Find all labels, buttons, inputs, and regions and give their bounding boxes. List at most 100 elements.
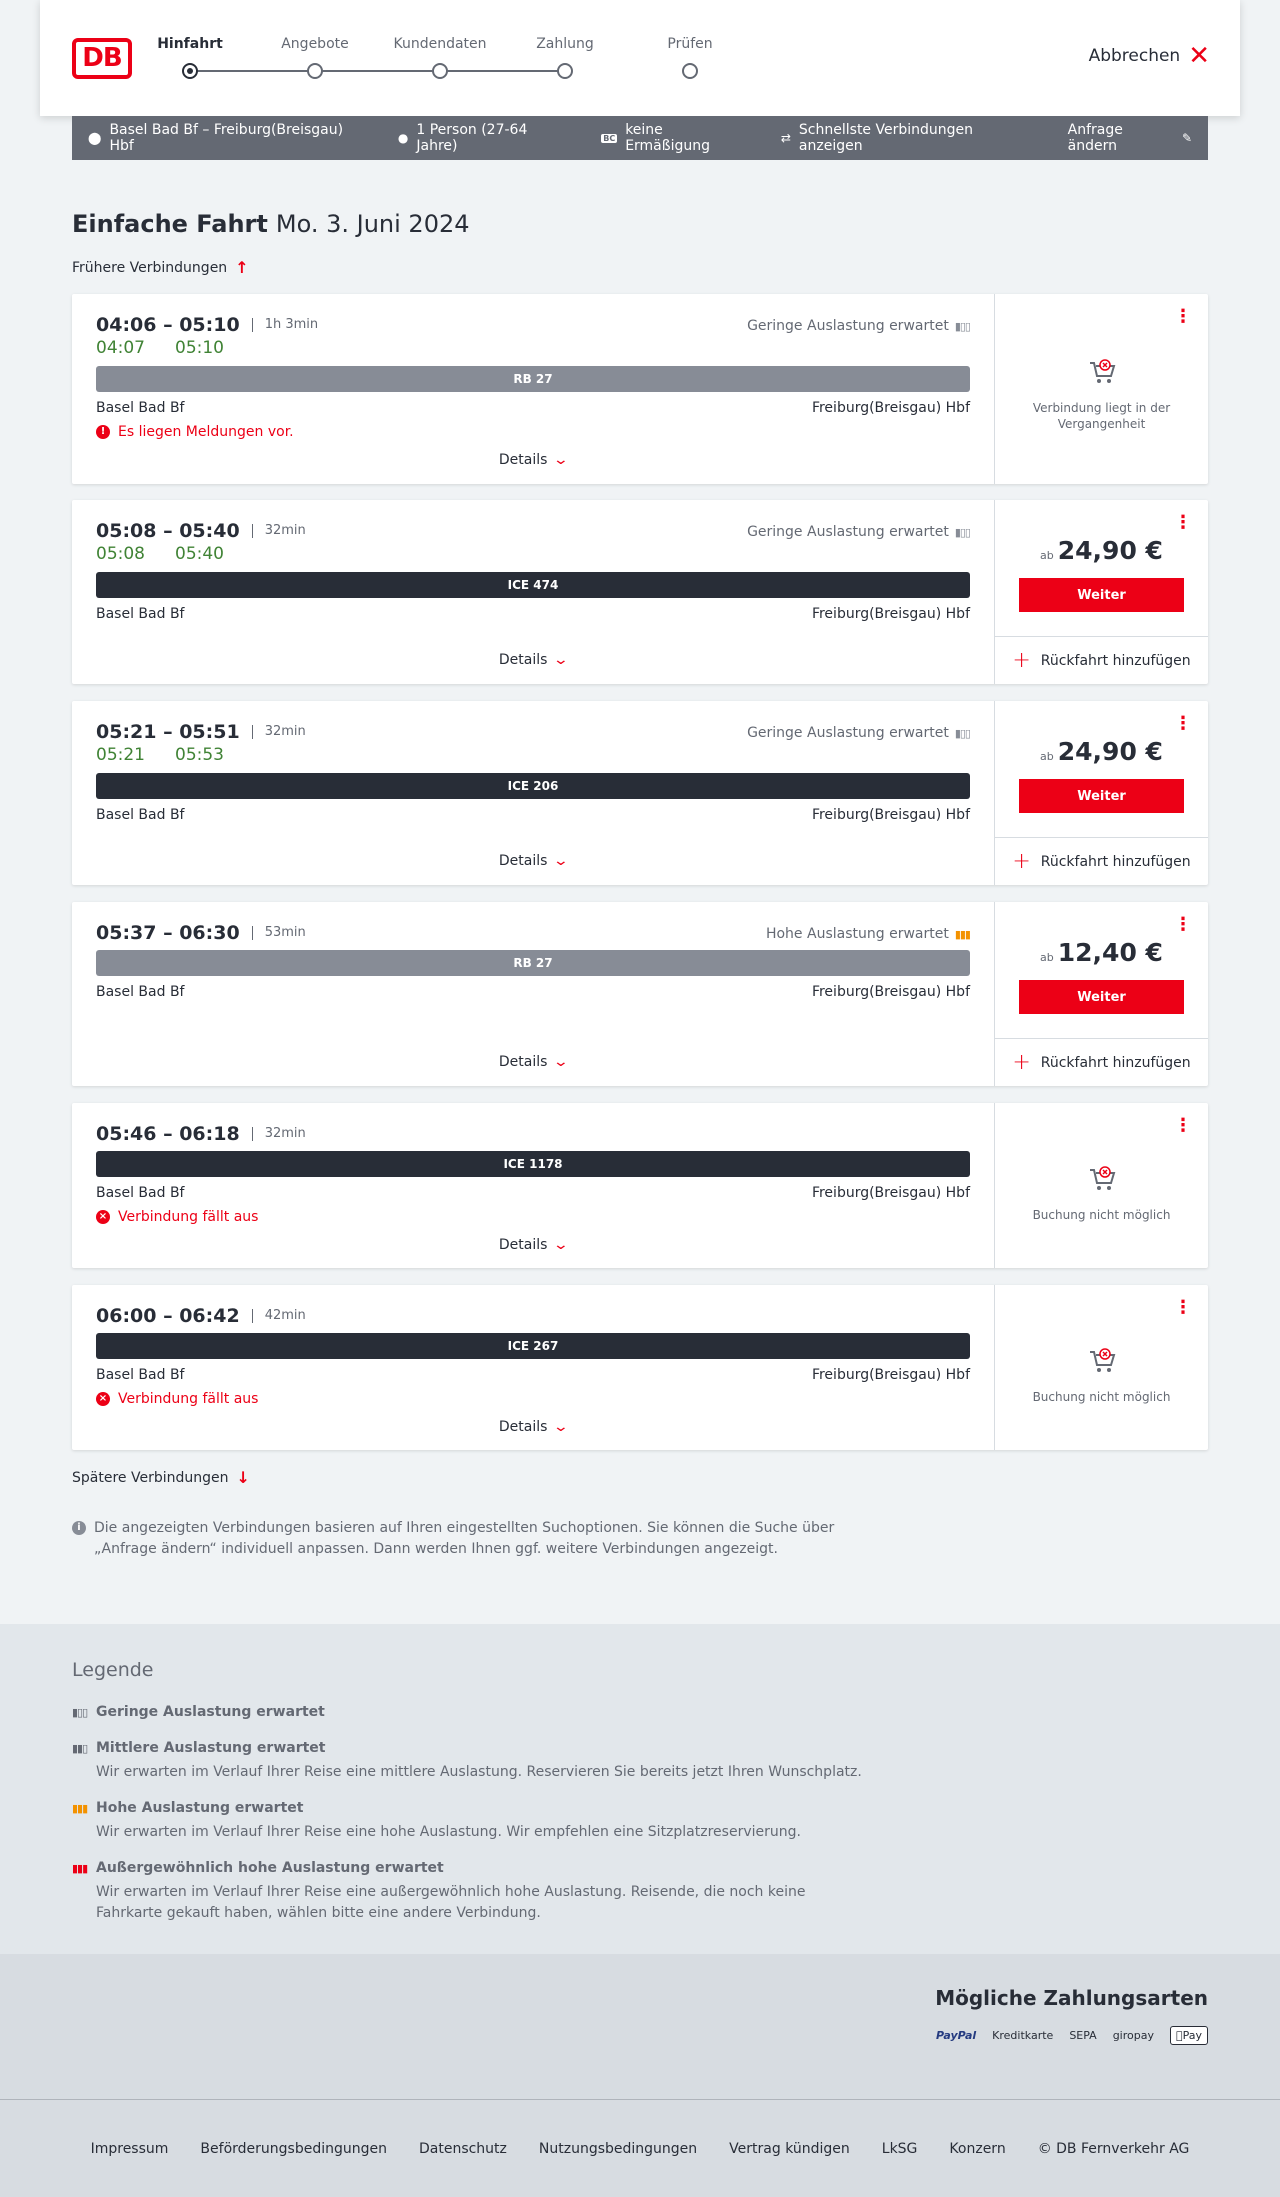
occupancy-info: Geringe Auslastung erwartet ▮▯▯ bbox=[747, 524, 971, 540]
footer-link-impressum[interactable]: Impressum bbox=[91, 2141, 169, 2157]
bahncard-icon: BC bbox=[601, 133, 618, 143]
legend-item: ▮▯▯ Geringe Auslastung erwartet bbox=[72, 1704, 872, 1720]
details-label: Details bbox=[498, 652, 548, 668]
connection-times: 05:21 – 05:51 32min bbox=[96, 721, 306, 743]
progress-steps: Hinfahrt Angebote Kundendaten Zahlung Pr… bbox=[157, 36, 713, 86]
earlier-connections-button[interactable]: Frühere Verbindungen ↑ bbox=[72, 258, 249, 277]
footer-link-lksg[interactable]: LkSG bbox=[882, 2141, 918, 2157]
apple-pay-label: Pay bbox=[1182, 2029, 1202, 2042]
step-zahlung[interactable]: Zahlung bbox=[505, 36, 625, 79]
legend-item-title: Geringe Auslastung erwartet bbox=[96, 1704, 325, 1720]
add-return-label: Rückfahrt hinzufügen bbox=[1040, 853, 1191, 870]
details-toggle[interactable]: Details ⌄ bbox=[72, 1054, 994, 1070]
offer-panel: ⋮ ab 24,90 € Weiter + Rückfahrt hinzufügen bbox=[994, 701, 1208, 885]
arrow-up-icon: ↑ bbox=[235, 258, 249, 277]
add-return-trip-button[interactable]: + Rückfahrt hinzufügen bbox=[995, 837, 1208, 885]
cancel-button[interactable]: Abbrechen ✕ bbox=[1089, 43, 1210, 69]
legend-item-desc: Wir erwarten im Verlauf Ihrer Reise eine… bbox=[96, 1824, 801, 1840]
duration: 42min bbox=[251, 1309, 306, 1323]
more-options-icon[interactable]: ⋮ bbox=[1174, 514, 1192, 532]
payment-title: Mögliche Zahlungsarten bbox=[935, 1986, 1208, 2010]
connection-card: 05:37 – 06:30 53min Hohe Auslastung erwar… bbox=[72, 902, 1208, 1086]
edit-request-button[interactable]: Anfrage ändern ✎ bbox=[1068, 122, 1192, 154]
connection-times: 06:00 – 06:42 42min bbox=[96, 1305, 306, 1327]
add-return-trip-button[interactable]: + Rückfahrt hinzufügen bbox=[995, 1038, 1208, 1086]
step-hinfahrt[interactable]: Hinfahrt bbox=[130, 36, 250, 79]
train-bar[interactable]: RB 27 bbox=[96, 950, 970, 976]
duration: 1h 3min bbox=[251, 318, 318, 332]
info-text: Die angezeigten Verbindungen basieren au… bbox=[94, 1520, 835, 1557]
price-amount: 24,90 € bbox=[1057, 737, 1163, 766]
occupancy-info: Geringe Auslastung erwartet ▮▯▯ bbox=[747, 318, 971, 334]
step-pruefen[interactable]: Prüfen bbox=[630, 36, 750, 79]
offer-panel: ⋮ ab 24,90 € Weiter + Rückfahrt hinzufügen bbox=[994, 500, 1208, 684]
later-label: Spätere Verbindungen bbox=[72, 1469, 229, 1486]
details-toggle[interactable]: Details ⌄ bbox=[72, 1419, 994, 1435]
more-options-icon[interactable]: ⋮ bbox=[1174, 916, 1192, 934]
step-angebote[interactable]: Angebote bbox=[255, 36, 375, 79]
footer-link-datenschutz[interactable]: Datenschutz bbox=[419, 2141, 507, 2157]
departure-station: Basel Bad Bf bbox=[96, 400, 185, 416]
later-connections-button[interactable]: Spätere Verbindungen ↓ bbox=[72, 1468, 250, 1487]
more-options-icon[interactable]: ⋮ bbox=[1174, 715, 1192, 733]
status-text: Verbindung liegt in der Vergangenheit bbox=[1032, 401, 1171, 431]
connection-times: 04:06 – 05:10 1h 3min bbox=[96, 314, 318, 336]
occupancy-text: Geringe Auslastung erwartet bbox=[747, 524, 949, 540]
occupancy-text: Geringe Auslastung erwartet bbox=[747, 725, 949, 741]
realtime-departure: 04:07 bbox=[96, 338, 145, 358]
continue-button[interactable]: Weiter bbox=[1019, 779, 1184, 813]
more-options-icon[interactable]: ⋮ bbox=[1174, 1299, 1192, 1317]
chevron-down-icon: ⌄ bbox=[553, 452, 570, 468]
occupancy-medium-icon: ▮▮▯ bbox=[72, 1741, 88, 1755]
continue-button[interactable]: Weiter bbox=[1019, 980, 1184, 1014]
train-bar[interactable]: ICE 267 bbox=[96, 1333, 970, 1359]
footer-link-nutzungsbedingungen[interactable]: Nutzungsbedingungen bbox=[539, 2141, 697, 2157]
plus-icon: + bbox=[1012, 647, 1031, 673]
price: ab 12,40 € bbox=[995, 938, 1208, 967]
connection-card: 04:06 – 05:10 1h 3min Geringe Auslastung … bbox=[72, 294, 1208, 484]
connection-card: 05:21 – 05:51 32min Geringe Auslastung er… bbox=[72, 701, 1208, 885]
add-return-label: Rückfahrt hinzufügen bbox=[1040, 652, 1191, 669]
train-bar[interactable]: ICE 474 bbox=[96, 572, 970, 598]
add-return-label: Rückfahrt hinzufügen bbox=[1040, 1054, 1191, 1071]
step-dot bbox=[432, 63, 448, 79]
train-bar[interactable]: ICE 1178 bbox=[96, 1151, 970, 1177]
footer-link-befoerderungsbedingungen[interactable]: Beförderungsbedingungen bbox=[200, 2141, 387, 2157]
legend-item: ▮▮▯ Mittlere Auslastung erwartet Wir erwar… bbox=[72, 1740, 872, 1783]
departure-station: Basel Bad Bf bbox=[96, 807, 185, 823]
notice-message[interactable]: ! Es liegen Meldungen vor. bbox=[96, 424, 294, 440]
details-toggle[interactable]: Details ⌄ bbox=[72, 452, 994, 468]
offer-panel: ⋮ Verbindung liegt in der Vergangenheit bbox=[994, 294, 1208, 484]
notice-text: Es liegen Meldungen vor. bbox=[118, 424, 294, 440]
more-options-icon[interactable]: ⋮ bbox=[1174, 1117, 1192, 1135]
db-logo[interactable]: DB bbox=[72, 38, 132, 79]
step-kundendaten[interactable]: Kundendaten bbox=[380, 36, 500, 79]
offer-panel: ⋮ ab 12,40 € Weiter + Rückfahrt hinzufügen bbox=[994, 902, 1208, 1086]
trip-kind: Einfache Fahrt bbox=[72, 210, 268, 238]
train-bar[interactable]: ICE 206 bbox=[96, 773, 970, 799]
booking-status: Verbindung liegt in der Vergangenheit bbox=[995, 356, 1208, 432]
details-toggle[interactable]: Details ⌄ bbox=[72, 853, 994, 869]
arrival-station: Freiburg(Breisgau) Hbf bbox=[811, 1185, 970, 1201]
realtime-departure: 05:08 bbox=[96, 544, 145, 564]
payment-methods-section: Mögliche Zahlungsarten PayPal Kreditkart… bbox=[0, 1954, 1280, 2099]
add-return-trip-button[interactable]: + Rückfahrt hinzufügen bbox=[995, 636, 1208, 684]
more-options-icon[interactable]: ⋮ bbox=[1174, 308, 1192, 326]
realtime-times: 04:07 05:10 bbox=[96, 338, 224, 358]
footer-link-konzern[interactable]: Konzern bbox=[949, 2141, 1005, 2157]
discount-info: BC keine Ermäßigung bbox=[601, 122, 749, 154]
details-toggle[interactable]: Details ⌄ bbox=[72, 1237, 994, 1253]
details-label: Details bbox=[498, 1419, 548, 1435]
status-text: Buchung nicht möglich bbox=[1032, 1390, 1171, 1404]
legend-item: ▮▮▮ Außergewöhnlich hohe Auslastung erwar… bbox=[72, 1860, 872, 1924]
footer-link-vertrag-kuendigen[interactable]: Vertrag kündigen bbox=[729, 2141, 850, 2157]
continue-button[interactable]: Weiter bbox=[1019, 578, 1184, 612]
details-toggle[interactable]: Details ⌄ bbox=[72, 652, 994, 668]
occupancy-low-icon: ▮▯▯ bbox=[954, 726, 971, 740]
connection-times: 05:08 – 05:40 32min bbox=[96, 520, 306, 542]
chevron-down-icon: ⌄ bbox=[553, 1054, 570, 1070]
train-bar[interactable]: RB 27 bbox=[96, 366, 970, 392]
payment-icons: PayPal Kreditkarte SEPA giropay Pay bbox=[936, 2026, 1208, 2045]
occupancy-low-icon: ▮▯▯ bbox=[72, 1705, 88, 1719]
realtime-times: 05:21 05:53 bbox=[96, 745, 224, 765]
